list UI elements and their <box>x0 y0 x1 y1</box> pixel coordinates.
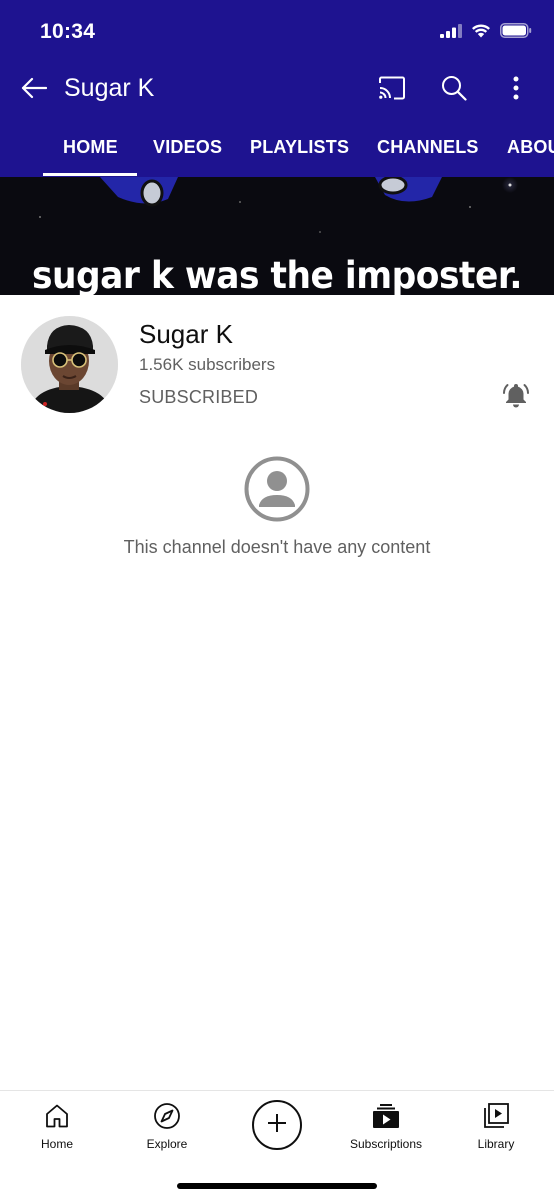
status-time: 10:34 <box>40 20 96 43</box>
wifi-icon <box>471 23 491 43</box>
tab-channels[interactable]: CHANNELS <box>377 137 479 158</box>
app-bar: Sugar K <box>0 62 554 118</box>
create-button[interactable] <box>252 1100 302 1150</box>
plus-icon <box>266 1112 288 1139</box>
nav-library[interactable]: Library <box>446 1099 546 1159</box>
selected-tab-indicator <box>43 173 137 176</box>
nav-library-label: Library <box>477 1137 515 1151</box>
more-vert-icon <box>513 76 519 105</box>
subscriber-count: 1.56K subscribers <box>139 355 276 374</box>
nav-subscriptions-label: Subscriptions <box>349 1137 423 1151</box>
compass-icon <box>152 1101 182 1131</box>
tab-about[interactable]: ABOUT <box>507 137 554 158</box>
back-button[interactable] <box>14 70 54 110</box>
status-icons <box>440 22 532 44</box>
channel-name: Sugar K <box>139 319 233 349</box>
tab-home[interactable]: HOME <box>63 137 118 158</box>
channel-tabs: HOME VIDEOS PLAYLISTS CHANNELS ABOUT <box>0 118 554 177</box>
nav-home-label: Home <box>40 1137 73 1151</box>
channel-info: Sugar K 1.56K subscribers SUBSCRIBED <box>0 295 554 425</box>
nav-subscriptions[interactable]: Subscriptions <box>336 1099 436 1159</box>
subscribed-button[interactable]: SUBSCRIBED <box>139 387 258 408</box>
empty-state-message: This channel doesn't have any content <box>123 537 431 557</box>
avatar-image <box>21 316 118 413</box>
battery-icon <box>500 23 532 43</box>
tab-videos[interactable]: VIDEOS <box>153 137 222 158</box>
subscriptions-icon <box>371 1101 401 1131</box>
account-circle-icon <box>243 455 311 523</box>
home-indicator[interactable] <box>177 1183 377 1189</box>
app-bar-title: Sugar K <box>64 74 155 102</box>
library-icon <box>481 1101 511 1131</box>
app-bar-actions <box>372 70 536 110</box>
banner-caption: sugar k was the imposter. <box>31 254 523 295</box>
cast-button[interactable] <box>372 70 412 110</box>
nav-explore[interactable]: Explore <box>117 1099 217 1159</box>
channel-banner: sugar k was the imposter. <box>0 177 554 295</box>
signal-icon <box>440 23 462 43</box>
bottom-navigation: Home Explore Subscriptions Library <box>0 1090 554 1200</box>
tab-playlists[interactable]: PLAYLISTS <box>250 137 349 158</box>
nav-explore-label: Explore <box>146 1137 188 1151</box>
search-button[interactable] <box>434 70 474 110</box>
channel-header: 10:34 Sugar K HOME VIDEOS PLAYLISTS CHAN… <box>0 0 554 177</box>
notification-bell-button[interactable] <box>496 377 536 417</box>
channel-avatar[interactable] <box>21 316 118 413</box>
more-options-button[interactable] <box>496 70 536 110</box>
back-arrow-icon <box>21 77 48 104</box>
status-bar: 10:34 <box>0 0 554 62</box>
bell-ringing-icon <box>502 381 530 414</box>
home-icon <box>42 1101 72 1131</box>
cast-icon <box>378 76 406 105</box>
search-icon <box>441 75 467 106</box>
nav-home[interactable]: Home <box>7 1099 107 1159</box>
